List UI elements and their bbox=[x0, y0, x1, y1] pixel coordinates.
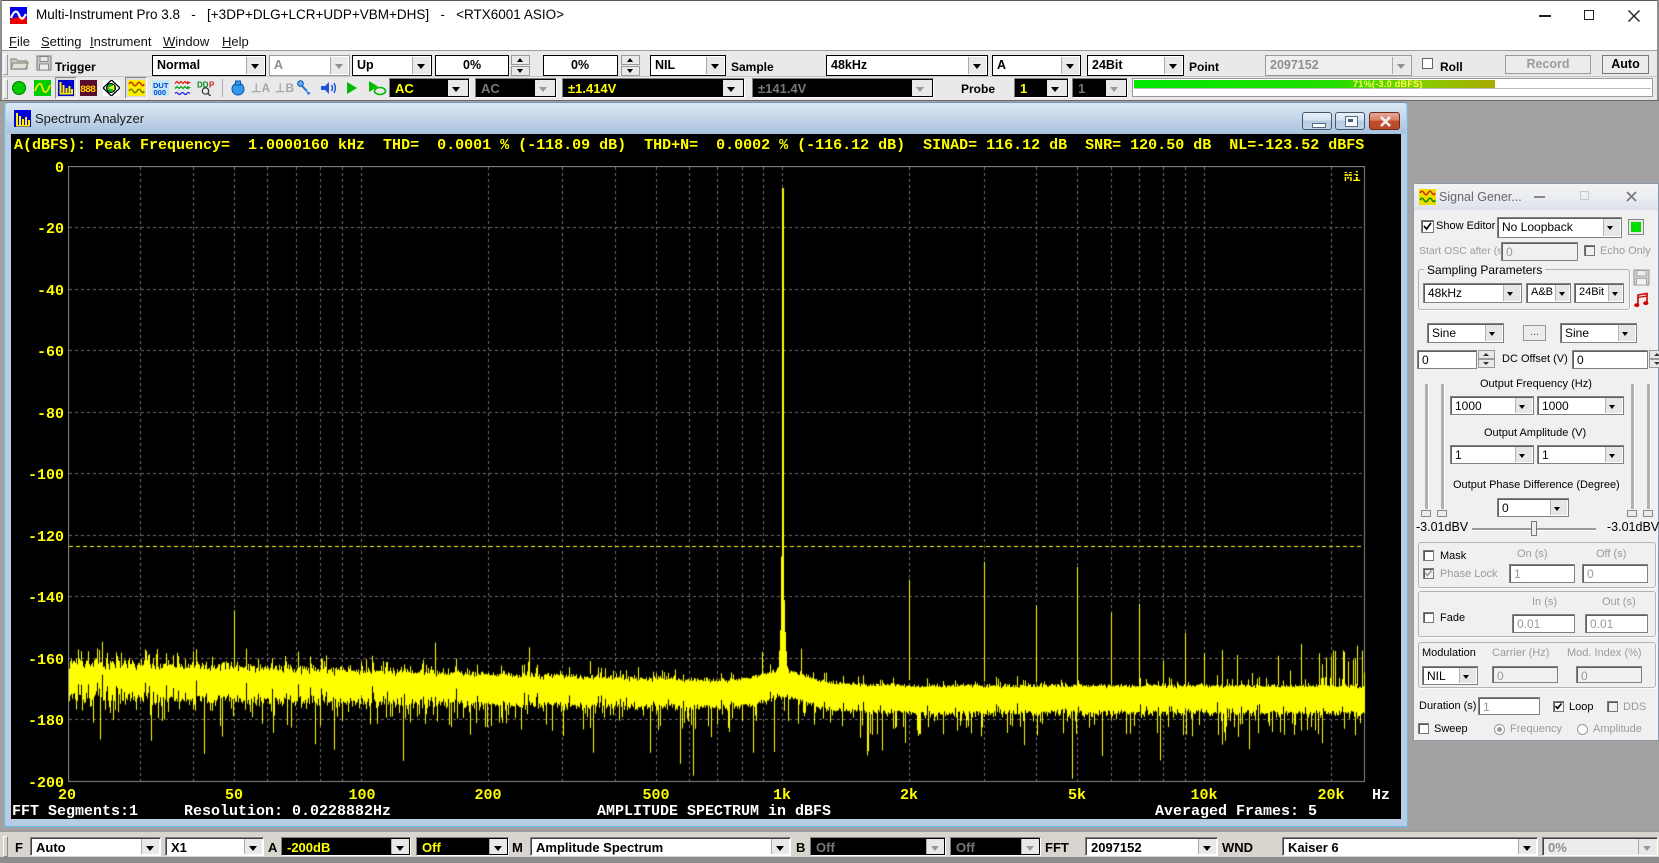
svg-text:P: P bbox=[209, 81, 215, 90]
svg-text:888: 888 bbox=[80, 85, 96, 96]
svg-text:000: 000 bbox=[154, 88, 167, 96]
